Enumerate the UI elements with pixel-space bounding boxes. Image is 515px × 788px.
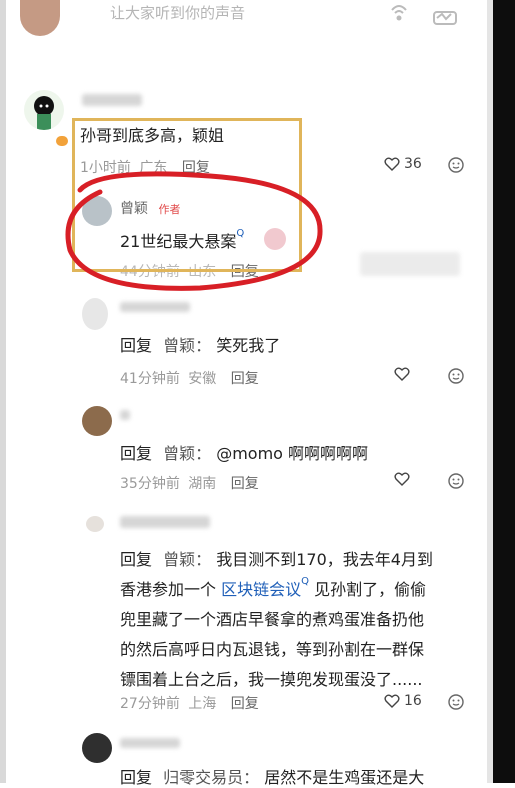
reply-avatar[interactable] (82, 298, 108, 330)
like-button[interactable] (394, 367, 410, 381)
reply-name-blurred (120, 410, 130, 420)
comment-input-placeholder[interactable]: 让大家听到你的声音 (110, 2, 245, 23)
current-user-avatar[interactable] (20, 0, 60, 36)
reply-avatar[interactable] (82, 733, 112, 763)
reply-meta: 27分钟前 上海 回复 (120, 696, 259, 712)
reply-meta: 35分钟前 湖南 回复 (120, 476, 259, 492)
like-button[interactable]: 16 (384, 693, 422, 709)
reply-button[interactable]: 回复 (231, 696, 259, 712)
right-frame-bar (493, 0, 515, 783)
reply-name-blurred (120, 738, 180, 748)
reply-text: 回复 曾颖： 笑死我了 (120, 336, 281, 355)
reply-avatar[interactable] (86, 516, 104, 532)
reply-text-line4: 的然后高呼日内瓦退钱，等到孙割在一群保 (120, 640, 425, 659)
like-count: 16 (404, 693, 422, 709)
gift-icon[interactable] (432, 6, 458, 28)
reply-meta: 41分钟前 安徽 回复 (120, 371, 259, 387)
reply-target[interactable]: 归零交易员： (163, 768, 259, 787)
commenter-avatar[interactable] (24, 90, 64, 130)
commenter-badge-icon (56, 136, 68, 146)
reply-name-blurred (120, 516, 210, 528)
red-circle-annotation (65, 171, 323, 291)
commenter-name-blurred (82, 94, 142, 106)
heart-icon (394, 472, 410, 486)
heart-icon (394, 367, 410, 381)
left-frame-edge (0, 0, 6, 783)
reply-text-line3: 兜里藏了一个酒店早餐拿的煮鸡蛋准备扔他 (120, 610, 425, 629)
like-count: 36 (404, 156, 422, 172)
emoji-react-icon[interactable] (448, 157, 464, 173)
reply-target[interactable]: 曾颖： (163, 444, 211, 463)
reply-text-line2: 香港参加一个 区块链会议Q 见孙割了，偷偷 (120, 576, 427, 599)
reply-text: 回复 曾颖： @momo 啊啊啊啊啊 (120, 444, 369, 463)
reply-text: 回复 归零交易员： 居然不是生鸡蛋还是大 (120, 768, 425, 787)
emoji-react-icon[interactable] (448, 473, 464, 489)
heart-icon (384, 694, 400, 708)
emoji-react-icon[interactable] (448, 694, 464, 710)
like-button[interactable]: 36 (384, 156, 422, 172)
reply-target[interactable]: 曾颖： (163, 336, 211, 355)
voice-icon[interactable] (388, 4, 410, 28)
emoji-react-icon[interactable] (448, 368, 464, 384)
reply-target[interactable]: 曾颖： (163, 550, 211, 569)
reply-avatar[interactable] (82, 406, 112, 436)
reply-name-blurred (120, 302, 190, 312)
reply-button[interactable]: 回复 (231, 371, 259, 387)
right-blurred-block (360, 252, 460, 276)
reply-text-line5: 镖围着上台之后，我一摸兜发现蛋没了...... (120, 670, 423, 689)
search-link[interactable]: 区块链会议Q (221, 576, 309, 599)
reply-text-line1: 回复 曾颖： 我目测不到170，我去年4月到 (120, 550, 433, 569)
reply-button[interactable]: 回复 (231, 476, 259, 492)
heart-icon (384, 157, 400, 171)
like-button[interactable] (394, 472, 410, 486)
search-superscript-icon: Q (301, 576, 309, 587)
